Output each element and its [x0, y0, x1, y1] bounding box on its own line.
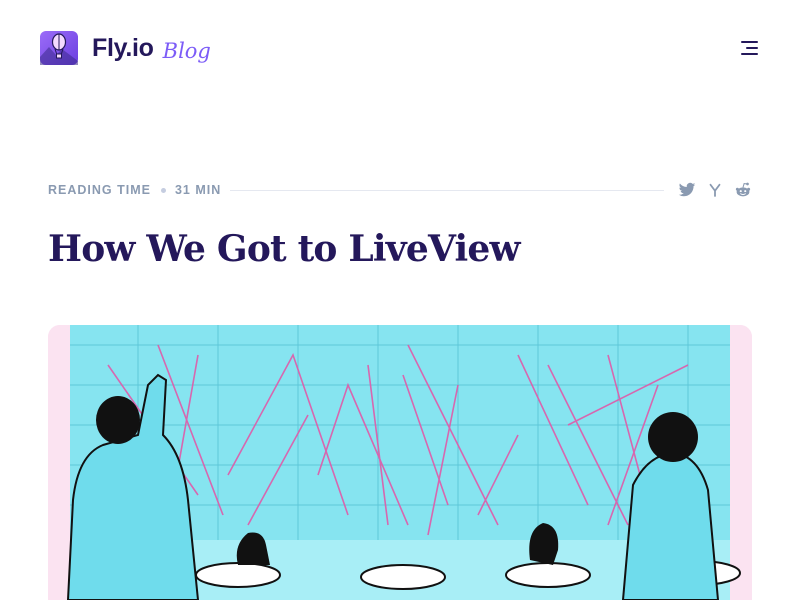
reading-time-label: Reading time: [48, 183, 151, 197]
brand-logo-link[interactable]: Fly.io Blog: [40, 29, 211, 67]
share-links: [678, 181, 752, 199]
hacker-news-icon[interactable]: [706, 181, 724, 199]
article-meta: Reading time 31 min: [48, 180, 752, 200]
separator-dot: [160, 187, 166, 193]
hamburger-menu-icon[interactable]: [734, 36, 764, 60]
fly-balloon-logo-icon: [40, 31, 78, 65]
reading-time-value: 31 min: [174, 183, 222, 197]
article-title: How We Got to LiveView: [48, 228, 520, 270]
hero-illustration: [48, 325, 752, 600]
twitter-icon[interactable]: [678, 181, 696, 199]
blog-label: Blog: [162, 39, 211, 63]
brand-name: Fly.io: [92, 33, 154, 62]
reddit-icon[interactable]: [734, 181, 752, 199]
site-header: Fly.io Blog: [0, 0, 800, 100]
meta-divider: [230, 189, 664, 191]
